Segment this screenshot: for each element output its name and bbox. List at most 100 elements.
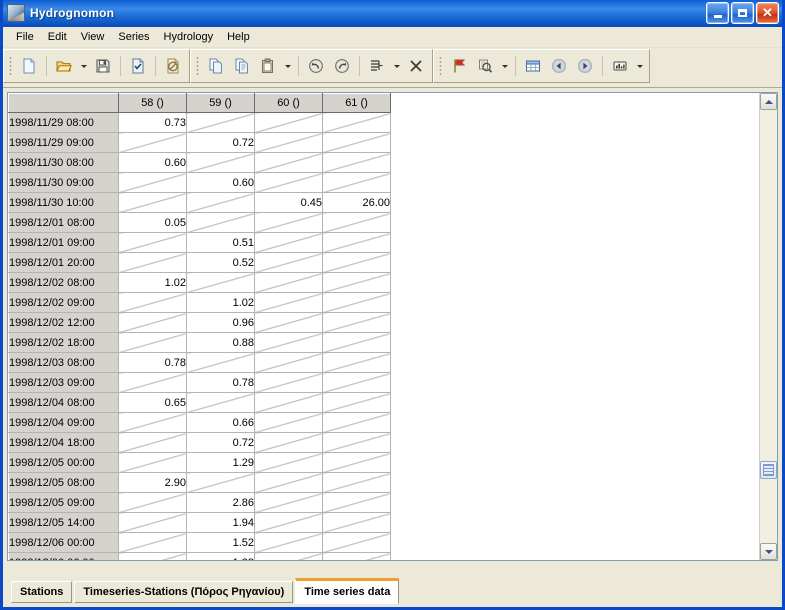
table-row[interactable]: 1998/12/02 18:00 0.88: [8, 332, 391, 353]
table-row[interactable]: 1998/11/30 08:00 0.60: [8, 152, 391, 173]
table-cell-value[interactable]: 0.52: [186, 252, 255, 273]
grid-corner-header[interactable]: [8, 93, 119, 113]
tab-stations[interactable]: Stations: [11, 581, 73, 603]
table-row[interactable]: 1998/12/04 08:00 0.65: [8, 392, 391, 413]
table-cell-empty[interactable]: [254, 272, 323, 293]
table-cell-value[interactable]: 0.72: [186, 132, 255, 153]
table-cell-empty[interactable]: [118, 332, 187, 353]
column-header-58[interactable]: 58 (): [118, 93, 187, 113]
cancel-document-icon[interactable]: [160, 53, 186, 79]
row-header-timestamp[interactable]: 1998/12/02 18:00: [8, 332, 119, 353]
table-cell-empty[interactable]: [118, 552, 187, 560]
table-cell-empty[interactable]: [254, 352, 323, 373]
table-cell-empty[interactable]: [254, 412, 323, 433]
open-folder-dropdown-icon[interactable]: [77, 53, 90, 79]
row-header-timestamp[interactable]: 1998/11/30 10:00: [8, 192, 119, 213]
row-header-timestamp[interactable]: 1998/12/04 08:00: [8, 392, 119, 413]
check-document-icon[interactable]: [125, 53, 151, 79]
table-cell-empty[interactable]: [118, 252, 187, 273]
table-cell-empty[interactable]: [322, 212, 391, 233]
table-cell-value[interactable]: 1.02: [186, 292, 255, 313]
paste-icon[interactable]: [255, 53, 281, 79]
timeseries-grid[interactable]: 58 () 59 () 60 () 61 () 1998/11/29 08:00…: [8, 93, 759, 560]
table-cell-empty[interactable]: [322, 272, 391, 293]
table-cell-empty[interactable]: [118, 192, 187, 213]
table-cell-value[interactable]: 1.94: [186, 512, 255, 533]
chart-icon[interactable]: [607, 53, 633, 79]
table-cell-value[interactable]: 0.72: [186, 432, 255, 453]
menu-hydrology[interactable]: Hydrology: [157, 29, 221, 45]
table-cell-value[interactable]: 0.78: [118, 352, 187, 373]
table-cell-empty[interactable]: [254, 432, 323, 453]
table-cell-empty[interactable]: [322, 292, 391, 313]
table-row[interactable]: 1998/12/06 06:00 1.38: [8, 552, 391, 560]
list-sort-icon[interactable]: [364, 53, 390, 79]
chart-dropdown-icon[interactable]: [633, 53, 646, 79]
table-cell-empty[interactable]: [254, 372, 323, 393]
table-cell-value[interactable]: 1.52: [186, 532, 255, 553]
table-cell-empty[interactable]: [254, 292, 323, 313]
table-cell-empty[interactable]: [254, 492, 323, 513]
table-cell-value[interactable]: 1.29: [186, 452, 255, 473]
table-row[interactable]: 1998/12/04 18:00 0.72: [8, 432, 391, 453]
toolbar-grip[interactable]: [195, 55, 200, 77]
row-header-timestamp[interactable]: 1998/12/02 09:00: [8, 292, 119, 313]
table-row[interactable]: 1998/12/06 00:00 1.52: [8, 532, 391, 553]
table-cell-value[interactable]: 0.66: [186, 412, 255, 433]
table-cell-empty[interactable]: [118, 312, 187, 333]
table-cell-empty[interactable]: [322, 432, 391, 453]
table-cell-empty[interactable]: [254, 452, 323, 473]
table-cell-empty[interactable]: [186, 352, 255, 373]
table-cell-value[interactable]: 0.78: [186, 372, 255, 393]
table-cell-empty[interactable]: [118, 432, 187, 453]
row-header-timestamp[interactable]: 1998/12/02 12:00: [8, 312, 119, 333]
row-header-timestamp[interactable]: 1998/12/01 09:00: [8, 232, 119, 253]
table-cell-empty[interactable]: [322, 552, 391, 560]
table-cell-empty[interactable]: [322, 372, 391, 393]
row-header-timestamp[interactable]: 1998/12/05 09:00: [8, 492, 119, 513]
table-cell-value[interactable]: 2.86: [186, 492, 255, 513]
redo-icon[interactable]: [329, 53, 355, 79]
table-cell-empty[interactable]: [186, 272, 255, 293]
table-cell-empty[interactable]: [118, 292, 187, 313]
menu-help[interactable]: Help: [220, 29, 257, 45]
table-row[interactable]: 1998/12/03 08:00 0.78: [8, 352, 391, 373]
table-cell-empty[interactable]: [322, 392, 391, 413]
navigate-back-icon[interactable]: [546, 53, 572, 79]
table-cell-empty[interactable]: [322, 532, 391, 553]
table-row[interactable]: 1998/12/02 12:00 0.96: [8, 312, 391, 333]
table-cell-empty[interactable]: [186, 112, 255, 133]
red-flag-icon[interactable]: [446, 53, 472, 79]
table-row[interactable]: 1998/12/01 08:00 0.05: [8, 212, 391, 233]
table-row[interactable]: 1998/11/30 09:00 0.60: [8, 172, 391, 193]
column-header-59[interactable]: 59 (): [186, 93, 255, 113]
menu-edit[interactable]: Edit: [41, 29, 74, 45]
search-zoom-icon[interactable]: [472, 53, 498, 79]
table-cell-empty[interactable]: [254, 472, 323, 493]
table-cell-empty[interactable]: [254, 112, 323, 133]
row-header-timestamp[interactable]: 1998/12/05 08:00: [8, 472, 119, 493]
table-cell-empty[interactable]: [254, 212, 323, 233]
table-cell-value[interactable]: 26.00: [322, 192, 391, 213]
table-cell-empty[interactable]: [322, 492, 391, 513]
table-cell-value[interactable]: 0.60: [186, 172, 255, 193]
table-cell-empty[interactable]: [254, 252, 323, 273]
table-row[interactable]: 1998/12/01 09:00 0.51: [8, 232, 391, 253]
table-row[interactable]: 1998/12/05 09:00 2.86: [8, 492, 391, 513]
table-row[interactable]: 1998/11/30 10:00 0.45 26.00: [8, 192, 391, 213]
table-row[interactable]: 1998/12/05 08:00 2.90: [8, 472, 391, 493]
table-cell-empty[interactable]: [322, 232, 391, 253]
table-cell-empty[interactable]: [322, 412, 391, 433]
table-row[interactable]: 1998/12/01 20:00 0.52: [8, 252, 391, 273]
table-cell-empty[interactable]: [118, 172, 187, 193]
table-cell-empty[interactable]: [186, 212, 255, 233]
column-header-60[interactable]: 60 (): [254, 93, 323, 113]
minimize-button[interactable]: [706, 2, 729, 24]
table-cell-empty[interactable]: [118, 532, 187, 553]
column-header-61[interactable]: 61 (): [322, 93, 391, 113]
table-cell-empty[interactable]: [118, 132, 187, 153]
table-row[interactable]: 1998/12/03 09:00 0.78: [8, 372, 391, 393]
table-row[interactable]: 1998/12/02 09:00 1.02: [8, 292, 391, 313]
undo-icon[interactable]: [303, 53, 329, 79]
scroll-down-arrow-icon[interactable]: [760, 543, 777, 560]
